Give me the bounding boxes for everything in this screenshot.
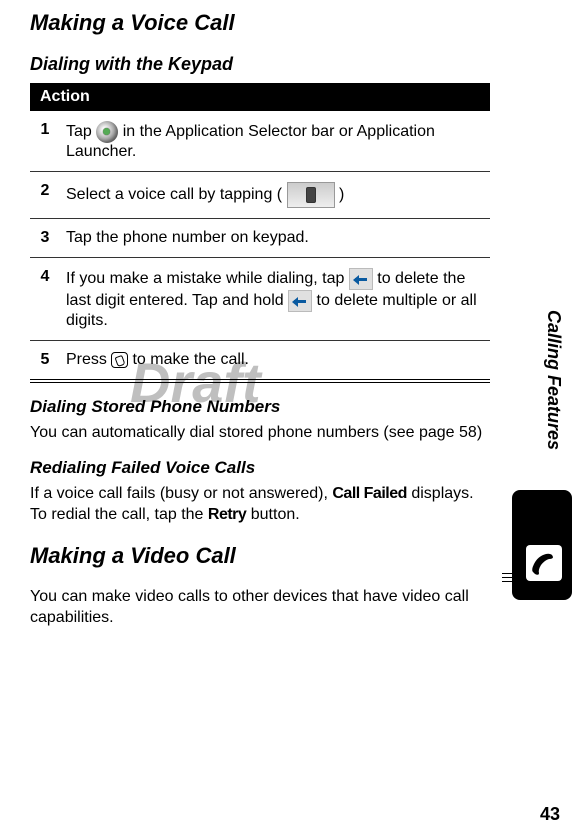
page-number: 43	[540, 804, 560, 825]
step-text: Select a voice call by tapping ( )	[60, 172, 490, 219]
label-retry: Retry	[208, 506, 246, 523]
table-row: 1 Tap in the Application Selector bar or…	[30, 111, 490, 172]
step-number: 3	[30, 219, 60, 258]
table-row: 5 Press to make the call.	[30, 341, 490, 382]
app-selector-icon	[96, 121, 118, 143]
steps-table: 1 Tap in the Application Selector bar or…	[30, 111, 490, 383]
heading-keypad: Dialing with the Keypad	[30, 54, 490, 75]
step-number: 5	[30, 341, 60, 382]
step-number: 4	[30, 258, 60, 341]
step-text: Tap in the Application Selector bar or A…	[60, 111, 490, 172]
step-text: If you make a mistake while dialing, tap…	[60, 258, 490, 341]
table-row: 3 Tap the phone number on keypad.	[30, 219, 490, 258]
step-text: Tap the phone number on keypad.	[60, 219, 490, 258]
paragraph-video: You can make video calls to other device…	[30, 587, 490, 629]
call-key-icon	[111, 352, 128, 368]
label-call-failed: Call Failed	[332, 485, 407, 502]
text: button.	[251, 506, 300, 523]
paragraph-stored: You can automatically dial stored phone …	[30, 423, 490, 444]
table-header-action: Action	[30, 83, 490, 111]
text: If a voice call fails (busy or not answe…	[30, 485, 332, 502]
text: Press	[66, 351, 111, 368]
heading-stored-numbers: Dialing Stored Phone Numbers	[30, 397, 490, 417]
step-text: Press to make the call.	[60, 341, 490, 382]
text: Select a voice call by tapping (	[66, 186, 287, 203]
page-content: Making a Voice Call Dialing with the Key…	[0, 0, 520, 629]
step-number: 1	[30, 111, 60, 172]
text: Tap	[66, 123, 96, 140]
text: in the Application Selector bar or Appli…	[66, 123, 435, 160]
text: If you make a mistake while dialing, tap	[66, 270, 349, 287]
heading-video-call: Making a Video Call	[30, 543, 490, 569]
text: to make the call.	[132, 351, 249, 368]
handset-icon	[528, 550, 558, 580]
text: )	[339, 186, 344, 203]
table-row: 4 If you make a mistake while dialing, t…	[30, 258, 490, 341]
heading-voice-call: Making a Voice Call	[30, 10, 490, 36]
paragraph-redial: If a voice call fails (busy or not answe…	[30, 484, 490, 526]
sidebar-section-label: Calling Features	[543, 310, 564, 450]
step-number: 2	[30, 172, 60, 219]
backspace-icon	[349, 268, 373, 290]
table-row: 2 Select a voice call by tapping ( )	[30, 172, 490, 219]
backspace-icon	[288, 290, 312, 312]
voice-call-icon	[287, 182, 335, 208]
heading-redial: Redialing Failed Voice Calls	[30, 458, 490, 478]
